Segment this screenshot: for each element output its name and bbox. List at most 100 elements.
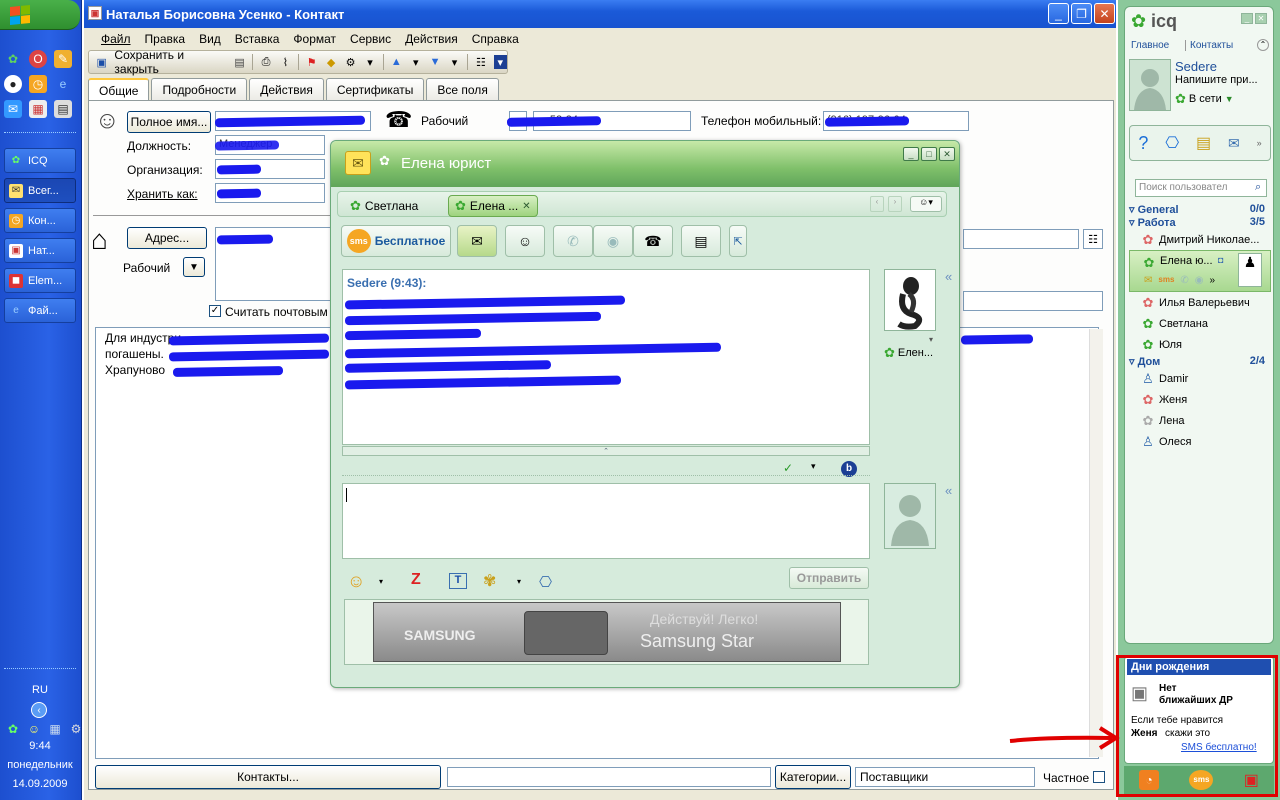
tray-expand-icon[interactable]: ‹ xyxy=(31,702,47,718)
flag-icon[interactable]: ⚑ xyxy=(305,55,318,69)
collapse-avatar-icon[interactable]: « xyxy=(945,269,952,284)
contact-damir[interactable]: ♙ Damir xyxy=(1129,368,1271,389)
chat-tab-svetlana[interactable]: ✿ Светлана xyxy=(344,195,424,217)
media-icon[interactable]: ● xyxy=(4,75,22,93)
webcam-icon[interactable]: ◉ xyxy=(1195,275,1204,286)
my-nickname[interactable]: Sedere xyxy=(1175,59,1217,74)
menu-insert[interactable]: Вставка xyxy=(228,32,287,46)
maximize-button[interactable]: ❐ xyxy=(1071,3,1092,24)
task-natalia[interactable]: ▣ Нат... xyxy=(4,238,76,263)
roster-close-button[interactable]: ✕ xyxy=(1255,13,1267,24)
roster-minimize-button[interactable]: _ xyxy=(1241,13,1253,24)
categories-button[interactable]: Категории... xyxy=(775,765,851,789)
task-file[interactable]: e Фай... xyxy=(4,298,76,323)
ie-icon[interactable]: e xyxy=(54,75,72,93)
search-icon[interactable]: ⌕ xyxy=(1255,181,1261,194)
tab-menu-icon[interactable]: ☺▾ xyxy=(910,196,942,212)
contact-zhenya[interactable]: ✿ Женя xyxy=(1129,389,1271,410)
sms-button[interactable]: sms Бесплатное xyxy=(341,225,451,257)
video-button[interactable]: ◉ xyxy=(593,225,633,257)
status-selector[interactable]: ✿ В сети ▼ xyxy=(1175,91,1234,107)
dropdown-arrow-icon[interactable]: ▾ xyxy=(379,577,383,586)
scroll-left-icon[interactable]: ‹ xyxy=(870,196,884,212)
user-search-input[interactable]: Поиск пользовател xyxy=(1135,179,1267,197)
message-input[interactable] xyxy=(342,483,870,559)
address-button[interactable]: Адрес... xyxy=(127,227,207,249)
language-indicator[interactable]: RU xyxy=(0,684,80,696)
scroll-right-icon[interactable]: › xyxy=(888,196,902,212)
more-icon[interactable]: » xyxy=(1257,138,1262,148)
more-icon[interactable]: » xyxy=(1210,275,1216,286)
collapse-avatar-icon[interactable]: « xyxy=(945,483,952,498)
pencil-icon[interactable]: ✎ xyxy=(54,50,72,68)
previous-item-icon[interactable]: ▲ xyxy=(390,55,403,69)
call-button[interactable]: ✆ xyxy=(553,225,593,257)
dropdown-arrow-icon[interactable]: ▾ xyxy=(517,577,521,586)
menu-view[interactable]: Вид xyxy=(192,32,228,46)
message-mode-button[interactable]: ✉ xyxy=(457,225,497,257)
dropdown-arrow-icon[interactable]: ▾ xyxy=(929,335,933,344)
dropdown-arrow-icon[interactable]: ▾ xyxy=(409,55,422,69)
cards-icon[interactable]: ▤ xyxy=(1196,133,1211,153)
address-type-dropdown[interactable]: ▼ xyxy=(183,257,205,277)
phone-icon[interactable]: ✆ xyxy=(1180,275,1188,286)
group-general[interactable]: ▿ General 0/0 xyxy=(1129,203,1271,216)
tab-certificates[interactable]: Сертификаты xyxy=(325,78,425,100)
ad-image[interactable]: SAMSUNG Действуй! Легко! Samsung Star xyxy=(373,602,841,662)
menu-actions[interactable]: Действия xyxy=(398,32,465,46)
categories-field[interactable]: Поставщики xyxy=(855,767,1035,787)
address-book-icon[interactable]: ☷ xyxy=(474,55,487,69)
close-tab-icon[interactable]: ✕ xyxy=(522,201,530,212)
private-checkbox[interactable] xyxy=(1093,771,1105,783)
opera-icon[interactable]: O xyxy=(29,50,47,68)
options-icon[interactable]: ⚙ xyxy=(344,55,357,69)
my-user-avatar[interactable] xyxy=(1129,59,1171,111)
toolbar-options-icon[interactable]: ▾ xyxy=(493,55,507,69)
full-name-button[interactable]: Полное имя... xyxy=(127,111,211,133)
webpage-field[interactable] xyxy=(963,291,1103,311)
email-field[interactable] xyxy=(963,229,1079,249)
group-home[interactable]: ▿ Дом 2/4 xyxy=(1129,355,1271,368)
notes-scrollbar[interactable] xyxy=(1089,329,1103,757)
splitter[interactable] xyxy=(342,475,870,481)
splitter-handle[interactable]: ⌃ xyxy=(342,446,870,456)
tab-general[interactable]: Общие xyxy=(88,78,150,101)
help-icon[interactable]: ? xyxy=(1138,133,1148,154)
dropdown-arrow-icon[interactable]: ▾ xyxy=(448,55,461,69)
task-inbox[interactable]: ✉ Всег... xyxy=(4,178,76,203)
clock-time[interactable]: 9:44 xyxy=(0,740,80,752)
chat-title-bar[interactable]: ✉ ✿ Елена юрист xyxy=(331,141,959,187)
tab-details[interactable]: Подробности xyxy=(151,78,248,100)
chat-close-button[interactable]: ✕ xyxy=(939,147,955,161)
send-button[interactable]: Отправить xyxy=(789,567,869,589)
spellcheck-icon[interactable]: ✓ xyxy=(783,461,793,475)
nav-contacts[interactable]: Контакты xyxy=(1185,40,1233,51)
menu-edit[interactable]: Правка xyxy=(138,32,193,46)
sms-icon[interactable]: sms xyxy=(1158,275,1174,286)
start-button[interactable] xyxy=(0,0,80,30)
icq-tray-icon[interactable]: ✿ xyxy=(4,720,22,738)
smiley-icon[interactable]: ☺ xyxy=(347,571,365,592)
collapse-icon[interactable]: ⌃ xyxy=(1257,39,1269,51)
bee-icon[interactable]: ✾ xyxy=(483,571,496,591)
nav-main[interactable]: Главное xyxy=(1131,40,1169,51)
contacts-field[interactable] xyxy=(447,767,771,787)
contact-title-bar[interactable]: ▣ Наталья Борисовна Усенко - Контакт xyxy=(84,0,1116,28)
nudge-icon[interactable]: Z xyxy=(411,571,421,589)
add-contact-button[interactable]: ☺ xyxy=(505,225,545,257)
dropdown-arrow-icon[interactable]: ▾ xyxy=(363,55,376,69)
task-icq[interactable]: ✿ ICQ xyxy=(4,148,76,173)
minimize-button[interactable]: _ xyxy=(1048,3,1069,24)
my-status-message[interactable]: Напишите при... xyxy=(1175,74,1258,86)
network-tray-icon[interactable]: ▦ xyxy=(46,720,64,738)
contact-elena[interactable]: ✿ Елена ю... ◘ ♟ ✉ sms ✆ ◉ » xyxy=(1129,250,1271,292)
print-icon[interactable]: ⎙ xyxy=(259,55,272,69)
document-icon[interactable]: ▤ xyxy=(54,100,72,118)
task-elem[interactable]: ◼ Elem... xyxy=(4,268,76,293)
save-close-button[interactable]: Сохранить и закрыть xyxy=(114,48,227,76)
next-item-icon[interactable]: ▼ xyxy=(428,55,441,69)
menu-file[interactable]: Файл xyxy=(94,32,138,46)
chat-minimize-button[interactable]: _ xyxy=(903,147,919,161)
phone-call-button[interactable]: ☎ xyxy=(633,225,673,257)
mail-icon[interactable]: ✉ xyxy=(1228,135,1240,152)
